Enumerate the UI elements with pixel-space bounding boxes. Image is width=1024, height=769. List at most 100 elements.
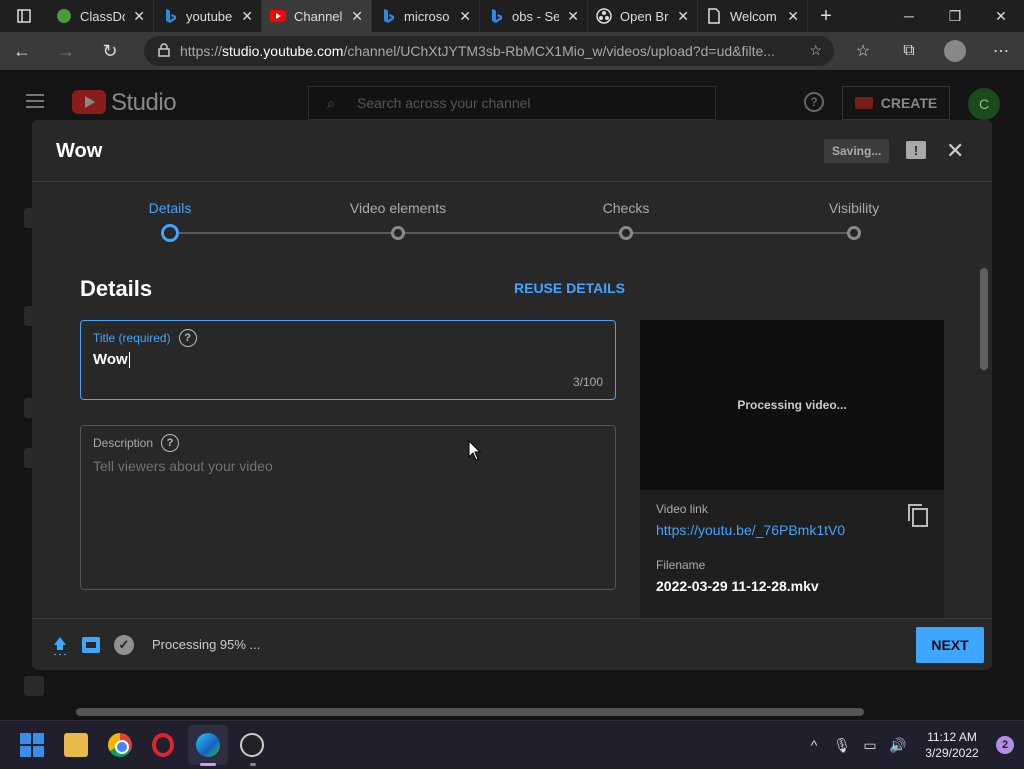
help-icon[interactable]: ? — [178, 329, 197, 347]
processing-status: Processing 95% ... — [152, 637, 261, 652]
menu-icon[interactable] — [26, 94, 44, 108]
show-hidden-icons-icon[interactable]: ^ — [800, 737, 828, 753]
browser-tab-obs[interactable]: obs - Se ✕ — [480, 0, 588, 32]
classdojo-icon — [56, 8, 72, 24]
add-favorite-icon[interactable]: ☆ — [809, 42, 822, 59]
restore-icon[interactable]: ❐ — [932, 0, 978, 32]
close-dialog-icon[interactable]: ✕ — [946, 138, 964, 164]
dialog-title: Wow — [56, 140, 103, 162]
details-content: Details REUSE DETAILS Title (required) ?… — [32, 262, 992, 618]
lock-icon[interactable] — [158, 42, 170, 60]
dialog-footer: ✓ Processing 95% ... NEXT — [32, 618, 992, 670]
hd-processing-icon[interactable] — [82, 637, 100, 653]
close-tab-icon[interactable]: ✕ — [677, 8, 689, 25]
step-visibility[interactable]: Visibility — [829, 200, 879, 216]
content-scrollbar[interactable] — [980, 268, 988, 370]
title-char-counter: 3/100 — [572, 375, 603, 389]
stepper-line — [170, 232, 854, 234]
help-icon[interactable]: ? — [161, 434, 180, 452]
system-tray: ^ 🎙 ▭ 🔊 11:12 AM 3/29/2022 2 — [800, 721, 1024, 769]
title-field[interactable]: Title (required) ? Wow 3/100 — [80, 320, 616, 400]
title-input[interactable]: Wow — [93, 351, 130, 368]
search-icon: ⌕ — [327, 95, 335, 111]
browser-tab-strip: ClassDo ✕ youtube ✕ Channel ✕ microso ✕ … — [0, 0, 1024, 32]
checks-status-icon[interactable]: ✓ — [114, 635, 134, 655]
active-app-indicator — [200, 763, 216, 766]
channel-avatar[interactable]: C — [968, 88, 1000, 120]
collections-icon[interactable]: ⧉ — [886, 32, 932, 70]
forward-icon[interactable]: → — [44, 32, 88, 70]
step-dot-details[interactable] — [161, 224, 179, 242]
description-field[interactable]: Description ? Tell viewers about your vi… — [80, 425, 616, 590]
close-tab-icon[interactable]: ✕ — [787, 8, 799, 25]
close-tab-icon[interactable]: ✕ — [351, 8, 363, 25]
close-tab-icon[interactable]: ✕ — [459, 8, 471, 25]
close-window-icon[interactable]: ✕ — [978, 0, 1024, 32]
toolbar-right: ☆ ⧉ ⋯ — [840, 32, 1024, 70]
bing-icon — [488, 8, 504, 24]
close-tab-icon[interactable]: ✕ — [241, 8, 253, 25]
opera-icon[interactable] — [152, 733, 174, 757]
back-icon[interactable]: ← — [0, 32, 44, 70]
description-input[interactable]: Tell viewers about your video — [93, 458, 273, 474]
upload-stepper: Details Video elements Checks Visibility — [32, 182, 992, 262]
obs-icon[interactable] — [240, 733, 264, 757]
youtube-logo-icon[interactable] — [72, 90, 106, 114]
volume-icon[interactable]: 🔊 — [884, 737, 912, 754]
step-dot-visibility[interactable] — [847, 226, 861, 240]
video-link[interactable]: https://youtu.be/_76PBmk1tV0 — [656, 522, 845, 538]
help-icon[interactable]: ? — [804, 92, 824, 112]
step-dot-checks[interactable] — [619, 226, 633, 240]
copy-icon[interactable] — [908, 504, 928, 527]
saving-badge: Saving... — [824, 139, 890, 163]
windows-start-icon[interactable] — [20, 733, 44, 757]
mouse-cursor-icon — [468, 440, 482, 461]
youtube-icon — [270, 8, 286, 24]
filename-value: 2022-03-29 11-12-28.mkv — [656, 578, 819, 594]
browser-tab-open-broadcaster[interactable]: Open Br ✕ — [588, 0, 698, 32]
microphone-icon[interactable]: 🎙 — [828, 737, 856, 754]
refresh-icon[interactable]: ↻ — [88, 32, 132, 70]
browser-toolbar: ← → ↻ https://studio.youtube.com/channel… — [0, 32, 1024, 70]
favorites-icon[interactable]: ☆ — [840, 32, 886, 70]
network-icon[interactable]: ▭ — [856, 737, 884, 754]
file-explorer-icon[interactable] — [64, 733, 88, 757]
browser-tab-youtube[interactable]: youtube ✕ — [154, 0, 262, 32]
chrome-icon[interactable] — [108, 733, 132, 757]
profile-icon[interactable] — [932, 32, 978, 70]
browser-tab-classdojo[interactable]: ClassDo ✕ — [48, 0, 154, 32]
running-app-indicator — [250, 763, 256, 766]
notification-badge[interactable]: 2 — [996, 736, 1014, 754]
video-link-label: Video link — [656, 502, 708, 516]
window-controls: ─ ❐ ✕ — [886, 0, 1024, 32]
studio-logo-text: Studio — [111, 89, 177, 116]
obs-icon — [596, 8, 612, 24]
reuse-details-button[interactable]: REUSE DETAILS — [514, 280, 625, 296]
upload-status-icon[interactable] — [52, 637, 68, 655]
close-tab-icon[interactable]: ✕ — [133, 8, 145, 25]
browser-tab-channel[interactable]: Channel ✕ — [262, 0, 372, 32]
feedback-icon[interactable]: ! — [906, 141, 926, 159]
step-checks[interactable]: Checks — [603, 200, 650, 216]
close-tab-icon[interactable]: ✕ — [567, 8, 579, 25]
step-video-elements[interactable]: Video elements — [350, 200, 446, 216]
new-tab-button[interactable]: + — [808, 0, 844, 32]
address-bar[interactable]: https://studio.youtube.com/channel/UChXt… — [144, 36, 834, 66]
tab-actions-icon[interactable] — [0, 0, 48, 32]
next-button[interactable]: NEXT — [916, 627, 984, 663]
dialog-header: Wow Saving... ! ✕ — [32, 120, 992, 182]
more-icon[interactable]: ⋯ — [978, 32, 1024, 70]
video-preview: Processing video... — [640, 320, 944, 490]
create-button[interactable]: CREATE — [842, 86, 950, 120]
edge-icon[interactable] — [196, 733, 220, 757]
minimize-icon[interactable]: ─ — [886, 0, 932, 32]
clock[interactable]: 11:12 AM 3/29/2022 — [912, 729, 992, 761]
url-text: https://studio.youtube.com/channel/UChXt… — [180, 43, 775, 59]
browser-tab-welcome[interactable]: Welcom ✕ — [698, 0, 808, 32]
step-dot-video-elements[interactable] — [391, 226, 405, 240]
browser-tab-microsoft[interactable]: microso ✕ — [372, 0, 480, 32]
studio-search-input[interactable]: ⌕ Search across your channel — [308, 86, 716, 120]
feedback-sidebar-icon[interactable] — [24, 676, 44, 696]
step-details[interactable]: Details — [149, 200, 192, 216]
horizontal-scrollbar[interactable] — [76, 708, 864, 716]
